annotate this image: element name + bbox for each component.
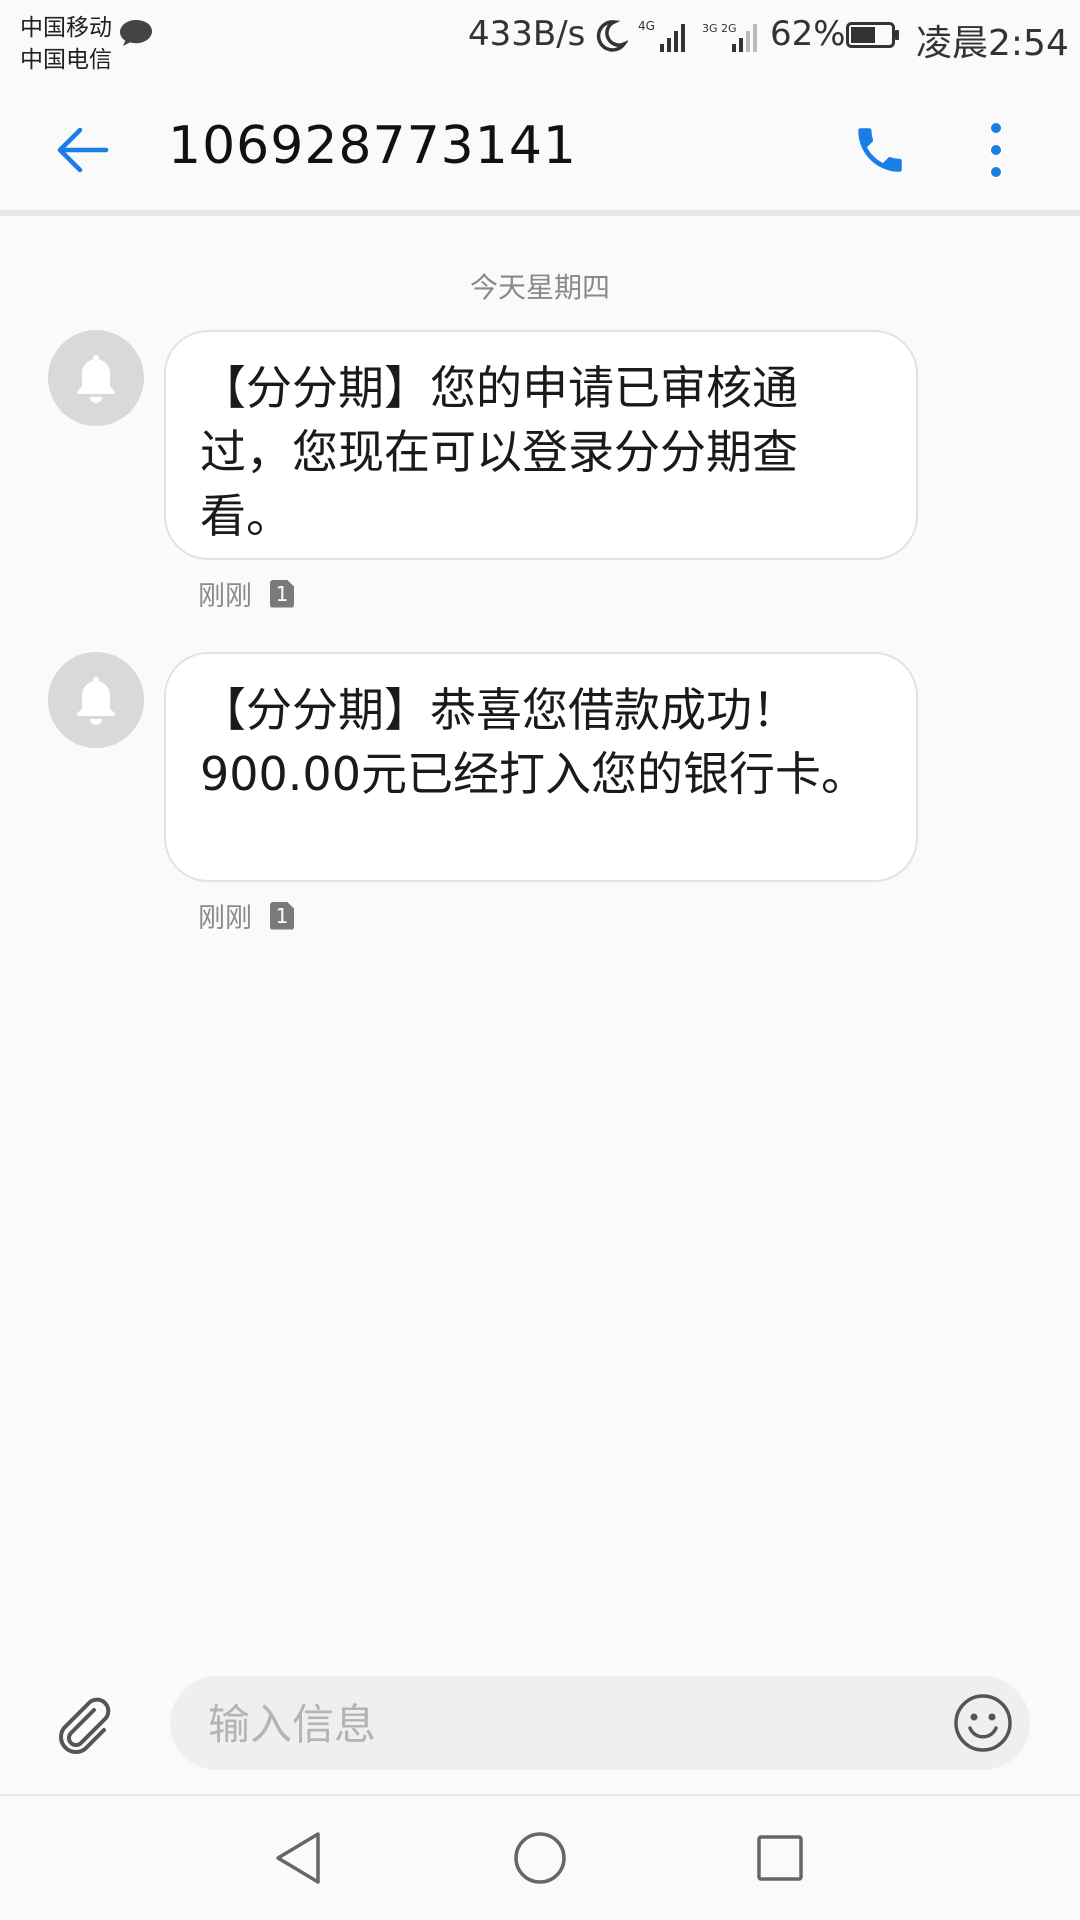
emoji-icon	[954, 1694, 1012, 1752]
message-bubble[interactable]: 【分分期】恭喜您借款成功！900.00元已经打入您的银行卡。	[164, 652, 918, 882]
more-options-button[interactable]	[970, 110, 1022, 190]
battery-icon	[846, 22, 900, 48]
message-time: 刚刚	[198, 903, 252, 934]
message-notification-icon	[118, 18, 154, 48]
status-bar: 中国移动 中国电信 433B/s 4G 3G 2G 62% 凌晨2:54	[0, 0, 1080, 76]
sender-avatar[interactable]	[48, 652, 144, 748]
carrier-2-label: 中国电信	[20, 47, 112, 73]
sim-slot-number: 1	[275, 581, 289, 606]
message-meta: 刚刚 1	[198, 574, 294, 613]
nav-recent-button[interactable]	[744, 1822, 816, 1894]
day-divider: 今天星期四	[469, 271, 610, 304]
network-1-label: 4G	[638, 19, 655, 33]
sim-card-icon: 1	[270, 579, 294, 608]
phone-icon	[858, 128, 902, 172]
attach-button[interactable]	[48, 1690, 120, 1762]
app-bar: 106928773141	[0, 76, 1080, 210]
nav-recent-icon	[757, 1835, 803, 1881]
do-not-disturb-moon-icon	[592, 18, 630, 58]
sim-slot-number: 1	[275, 903, 289, 928]
network-2-label: 3G 2G	[702, 22, 737, 35]
net-speed-label: 433B/s	[468, 14, 586, 54]
compose-box	[170, 1676, 1030, 1772]
conversation-title: 106928773141	[168, 116, 578, 176]
call-button[interactable]	[840, 110, 920, 190]
nav-home-button[interactable]	[504, 1822, 576, 1894]
message-input[interactable]	[206, 1676, 930, 1772]
paperclip-icon	[59, 1697, 111, 1754]
message-meta: 刚刚 1	[198, 896, 294, 935]
carrier-1-label: 中国移动	[20, 15, 112, 41]
system-nav-bar	[0, 1796, 1080, 1920]
signal-4g-icon: 4G	[638, 18, 692, 58]
sender-avatar[interactable]	[48, 330, 144, 426]
battery-percent-label: 62%	[770, 14, 846, 54]
signal-3g-icon: 3G 2G	[702, 18, 762, 58]
bell-icon	[77, 677, 115, 725]
sim-card-icon: 1	[270, 901, 294, 930]
message-time: 刚刚	[198, 581, 252, 612]
clock-label: 凌晨2:54	[916, 23, 1069, 64]
back-button[interactable]	[44, 112, 120, 188]
emoji-button[interactable]	[952, 1692, 1014, 1754]
nav-home-icon	[514, 1832, 566, 1884]
more-vert-icon	[991, 123, 1001, 177]
message-text: 【分分期】恭喜您借款成功！900.00元已经打入您的银行卡。	[200, 683, 867, 801]
back-arrow-icon	[57, 127, 109, 173]
message-text: 【分分期】您的申请已审核通过，您现在可以登录分分期查看。	[200, 361, 798, 543]
nav-back-icon	[276, 1832, 320, 1884]
nav-back-button[interactable]	[262, 1822, 334, 1894]
app-bar-divider	[0, 210, 1080, 216]
bell-icon	[77, 355, 115, 403]
message-bubble[interactable]: 【分分期】您的申请已审核通过，您现在可以登录分分期查看。	[164, 330, 918, 560]
